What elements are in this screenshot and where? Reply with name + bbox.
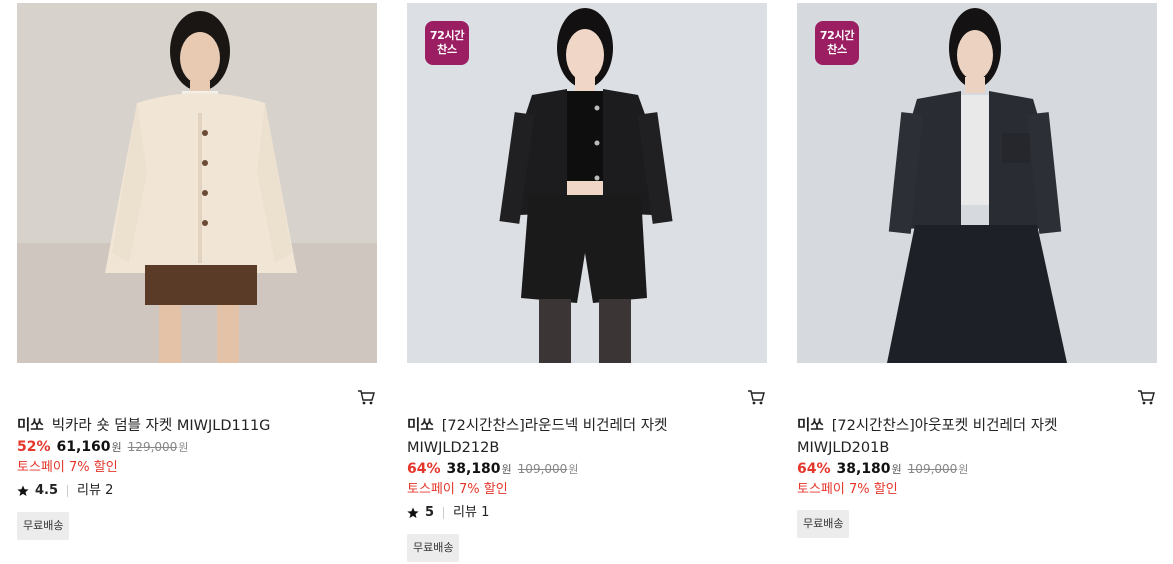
original-currency: 원 — [568, 463, 579, 476]
review-count: 리뷰 1 — [453, 505, 490, 520]
product-image[interactable]: 72시간 찬스 — [407, 3, 767, 363]
product-name[interactable]: 미쏘 빅카라 숏 덤블 자켓 MIWJLD111G — [17, 415, 347, 437]
product-title: 빅카라 숏 덤블 자켓 MIWJLD111G — [51, 418, 271, 434]
rating-row: 5 리뷰 1 — [407, 502, 737, 524]
rating-row: 4.5 리뷰 2 — [17, 480, 347, 502]
badge-line1: 72시간 — [429, 29, 465, 42]
cart-icon — [748, 390, 765, 405]
discount-rate: 64% — [797, 461, 831, 477]
product-title: [72시간찬스]라운드넥 비건레더 자켓 MIWJLD212B — [407, 418, 668, 456]
sale-price: 61,160 — [56, 439, 111, 455]
product-card-1[interactable]: 미쏘 빅카라 숏 덤블 자켓 MIWJLD111G 52% 61,160 원 12… — [17, 3, 377, 540]
tosspay-discount: 토스페이 7% 할인 — [17, 460, 118, 475]
tosspay-discount: 토스페이 7% 할인 — [407, 482, 508, 497]
brand-name: 미쏘 — [797, 418, 824, 434]
rating-score: 4.5 — [35, 483, 59, 498]
review-count: 리뷰 2 — [77, 483, 114, 498]
product-card-3[interactable]: 72시간 찬스 미쏘 [72시간찬스]아웃포켓 비건레더 자켓 MIWJLD201… — [797, 3, 1157, 538]
free-shipping-tag: 무료배송 — [17, 512, 70, 540]
currency: 원 — [891, 463, 902, 476]
price-line: 64% 38,180 원 109,000 원 — [797, 459, 1127, 480]
sale-price: 38,180 — [836, 461, 891, 477]
tosspay-discount: 토스페이 7% 할인 — [797, 482, 898, 497]
badge-line2: 찬스 — [437, 43, 457, 56]
badge-line2: 찬스 — [827, 43, 847, 56]
add-to-cart-button[interactable] — [356, 387, 376, 407]
star-icon — [407, 507, 419, 518]
currency: 원 — [111, 441, 122, 454]
discount-rate: 64% — [407, 461, 441, 477]
original-price: 129,000 — [127, 440, 178, 454]
product-name[interactable]: 미쏘 [72시간찬스]라운드넥 비건레더 자켓 MIWJLD212B — [407, 415, 737, 459]
free-shipping-tag: 무료배송 — [797, 510, 850, 538]
72h-chance-badge: 72시간 찬스 — [425, 21, 469, 65]
price-line: 64% 38,180 원 109,000 원 — [407, 459, 737, 480]
original-price: 109,000 — [517, 462, 568, 476]
divider — [67, 485, 69, 497]
original-currency: 원 — [178, 441, 189, 454]
product-card-2[interactable]: 72시간 찬스 미쏘 [72시간찬스]라운드넥 비건레더 자켓 MIWJLD212… — [407, 3, 767, 562]
product-image[interactable]: 72시간 찬스 — [797, 3, 1157, 363]
sale-price: 38,180 — [446, 461, 501, 477]
72h-chance-badge: 72시간 찬스 — [815, 21, 859, 65]
price-line: 52% 61,160 원 129,000 원 — [17, 437, 347, 458]
brand-name: 미쏘 — [407, 418, 434, 434]
product-title: [72시간찬스]아웃포켓 비건레더 자켓 MIWJLD201B — [797, 418, 1058, 456]
brand-name: 미쏘 — [17, 418, 44, 434]
original-price: 109,000 — [907, 462, 958, 476]
product-image[interactable] — [17, 3, 377, 363]
badge-line1: 72시간 — [819, 29, 855, 42]
divider — [443, 507, 445, 519]
discount-rate: 52% — [17, 439, 51, 455]
product-info: 미쏘 빅카라 숏 덤블 자켓 MIWJLD111G 52% 61,160 원 12… — [17, 415, 347, 540]
product-info: 미쏘 [72시간찬스]아웃포켓 비건레더 자켓 MIWJLD201B 64% 38… — [797, 415, 1127, 538]
free-shipping-tag: 무료배송 — [407, 534, 460, 562]
product-info: 미쏘 [72시간찬스]라운드넥 비건레더 자켓 MIWJLD212B 64% 38… — [407, 415, 737, 562]
add-to-cart-button[interactable] — [1136, 387, 1156, 407]
add-to-cart-button[interactable] — [746, 387, 766, 407]
cart-icon — [1138, 390, 1155, 405]
currency: 원 — [501, 463, 512, 476]
cart-icon — [358, 390, 375, 405]
rating-score: 5 — [425, 505, 435, 520]
product-name[interactable]: 미쏘 [72시간찬스]아웃포켓 비건레더 자켓 MIWJLD201B — [797, 415, 1127, 459]
original-currency: 원 — [958, 463, 969, 476]
star-icon — [17, 485, 29, 496]
